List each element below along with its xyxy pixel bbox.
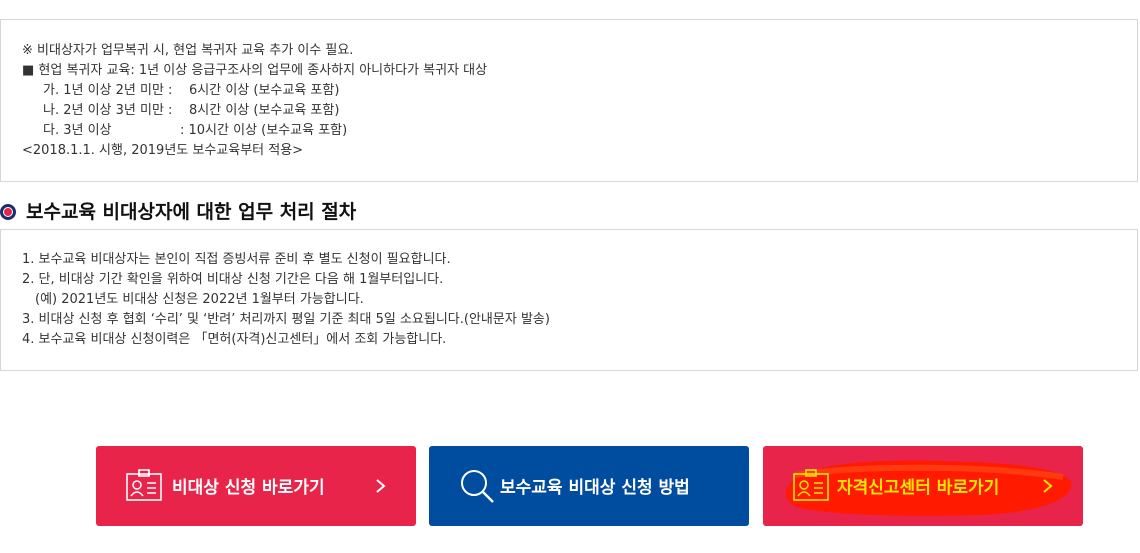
button-label: 자격신고센터 바로가기 [837, 478, 1000, 498]
procedure-line: (예) 2021년도 비대상 신청은 2022년 1월부터 가능합니다. [35, 292, 364, 307]
non-target-guide-button[interactable]: 보수교육 비대상 신청 방법 [429, 446, 749, 526]
notice-line: ■ 현업 복귀자 교육: 1년 이상 응급구조사의 업무에 종사하지 아니하다가… [22, 63, 488, 78]
procedure-line: 2. 단, 비대상 기간 확인을 위하여 비대상 신청 기간은 다음 해 1월부… [22, 272, 444, 287]
notice-hours: : 10시간 이상 (보수교육 포함) [180, 123, 348, 138]
procedure-line: 1. 보수교육 비대상자는 본인이 직접 증빙서류 준비 후 별도 신청이 필요… [22, 252, 451, 267]
button-label: 비대상 신청 바로가기 [172, 478, 325, 498]
notice-line: 가. 1년 이상 2년 미만 : 6시간 이상 (보수교육 포함) [22, 81, 487, 101]
id-card-icon [793, 469, 829, 501]
chevron-right-icon [376, 479, 386, 493]
procedure-line: 3. 비대상 신청 후 협회 ‘수리’ 및 ‘반려’ 처리까지 평일 기준 최대… [22, 312, 550, 327]
non-target-apply-button[interactable]: 비대상 신청 바로가기 [96, 446, 416, 526]
bullet-icon [0, 204, 16, 220]
notice-line: ※ 비대상자가 업무복귀 시, 현업 복귀자 교육 추가 이수 필요. [22, 43, 354, 58]
notice-hours: 8시간 이상 (보수교육 포함) [189, 103, 340, 118]
procedure-line: 4. 보수교육 비대상 신청이력은 「면허(자격)신고센터」에서 조회 가능합니… [22, 332, 447, 347]
notice-period: 나. 2년 이상 3년 미만 : [43, 103, 173, 118]
notice-period: 다. 3년 이상 [43, 123, 112, 138]
button-label: 보수교육 비대상 신청 방법 [500, 478, 690, 498]
chevron-right-icon [1043, 479, 1053, 493]
notice-period: 가. 1년 이상 2년 미만 : [43, 83, 173, 98]
notice-line: 다. 3년 이상 : 10시간 이상 (보수교육 포함) [22, 121, 487, 141]
license-report-center-button[interactable]: 자격신고센터 바로가기 [763, 446, 1083, 526]
notice-hours: 6시간 이상 (보수교육 포함) [189, 83, 340, 98]
notice-box: ※ 비대상자가 업무복귀 시, 현업 복귀자 교육 추가 이수 필요. ■ 현업… [0, 19, 1138, 182]
id-card-icon [126, 469, 162, 501]
procedure-box: 1. 보수교육 비대상자는 본인이 직접 증빙서류 준비 후 별도 신청이 필요… [0, 229, 1138, 371]
section-title-text: 보수교육 비대상자에 대한 업무 처리 절차 [26, 200, 357, 223]
notice-line: <2018.1.1. 시행, 2019년도 보수교육부터 적용> [22, 143, 304, 158]
section-title: 보수교육 비대상자에 대한 업무 처리 절차 [0, 195, 356, 225]
search-icon [461, 470, 494, 503]
notice-line: 나. 2년 이상 3년 미만 : 8시간 이상 (보수교육 포함) [22, 101, 487, 121]
